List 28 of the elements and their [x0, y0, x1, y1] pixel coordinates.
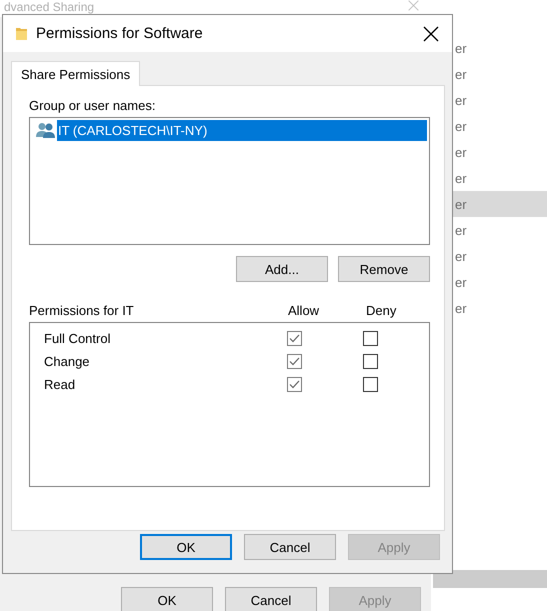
window-title: Permissions for Software: [36, 25, 204, 42]
group-label: Group or user names:: [29, 98, 156, 113]
user-item[interactable]: IT (CARLOSTECH\IT-NY): [57, 120, 427, 141]
checkbox[interactable]: [287, 377, 302, 392]
column-header: Allow: [288, 303, 320, 318]
dialog-button[interactable]: Cancel: [244, 534, 336, 560]
users-icon: [36, 122, 56, 139]
permission-name: Full Control: [44, 331, 112, 346]
column-header: Deny: [366, 303, 398, 318]
checkbox[interactable]: [287, 354, 302, 369]
scrollbar[interactable]: [433, 570, 547, 588]
checkbox[interactable]: [287, 331, 302, 346]
dialog-button[interactable]: Remove: [338, 256, 430, 282]
close-button[interactable]: [422, 24, 440, 42]
checkbox[interactable]: [363, 377, 378, 392]
dialog-button[interactable]: OK: [140, 534, 232, 560]
permission-name: Change: [44, 354, 91, 369]
dialog-button[interactable]: OK: [121, 587, 213, 611]
dialog-button[interactable]: Add...: [236, 256, 328, 282]
window-title: dvanced Sharing: [4, 0, 94, 14]
permission-name: Read: [44, 377, 76, 392]
checkbox[interactable]: [363, 354, 378, 369]
checkbox[interactable]: [363, 331, 378, 346]
user-list[interactable]: IT (CARLOSTECH\IT-NY): [29, 117, 430, 245]
permissions-label: Permissions for IT: [29, 303, 135, 318]
tab[interactable]: Share Permissions: [11, 61, 140, 86]
dialog-button[interactable]: Cancel: [225, 587, 317, 611]
folder-icon: [16, 27, 27, 40]
